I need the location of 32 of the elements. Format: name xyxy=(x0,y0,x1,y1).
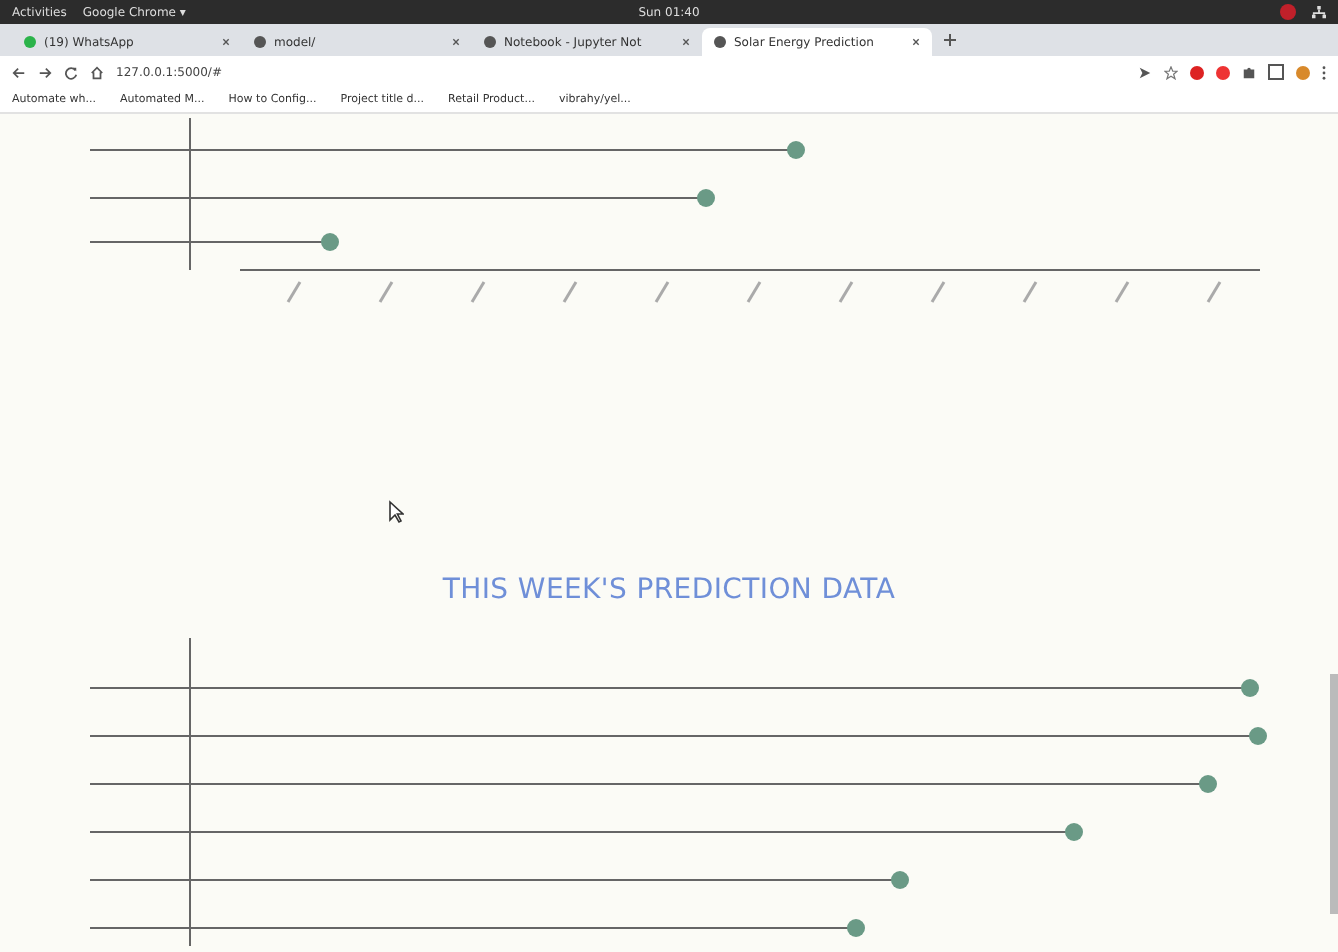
send-icon[interactable] xyxy=(1138,65,1152,79)
site-icon xyxy=(24,36,36,48)
site-icon xyxy=(484,36,496,48)
star-icon[interactable] xyxy=(1164,65,1178,79)
tick-mark xyxy=(746,281,762,303)
tick-mark xyxy=(378,281,394,303)
site-icon xyxy=(714,36,726,48)
reload-icon[interactable] xyxy=(64,65,78,79)
tick-mark xyxy=(470,281,486,303)
close-icon[interactable] xyxy=(912,38,920,46)
section-heading: THIS WEEK'S PREDICTION DATA xyxy=(440,574,898,606)
back-icon[interactable] xyxy=(12,65,26,79)
tick-mark xyxy=(930,281,946,303)
new-tab-icon[interactable] xyxy=(944,34,956,46)
site-icon xyxy=(254,36,266,48)
tick-mark xyxy=(838,281,854,303)
tick-mark xyxy=(562,281,578,303)
close-icon[interactable] xyxy=(452,38,460,46)
tick-mark xyxy=(1022,281,1038,303)
close-icon[interactable] xyxy=(222,38,230,46)
network-icon[interactable] xyxy=(1312,5,1326,19)
tick-mark xyxy=(1206,281,1222,303)
cursor-icon xyxy=(388,500,404,524)
extension-icon[interactable] xyxy=(1268,64,1284,80)
avatar-icon[interactable] xyxy=(1296,65,1310,79)
close-icon[interactable] xyxy=(682,38,690,46)
tick-mark xyxy=(286,281,302,303)
tick-mark xyxy=(1114,281,1130,303)
tick-mark xyxy=(654,281,670,303)
forward-icon[interactable] xyxy=(38,65,52,79)
scrollbar[interactable] xyxy=(1330,674,1338,914)
home-icon[interactable] xyxy=(90,65,104,79)
